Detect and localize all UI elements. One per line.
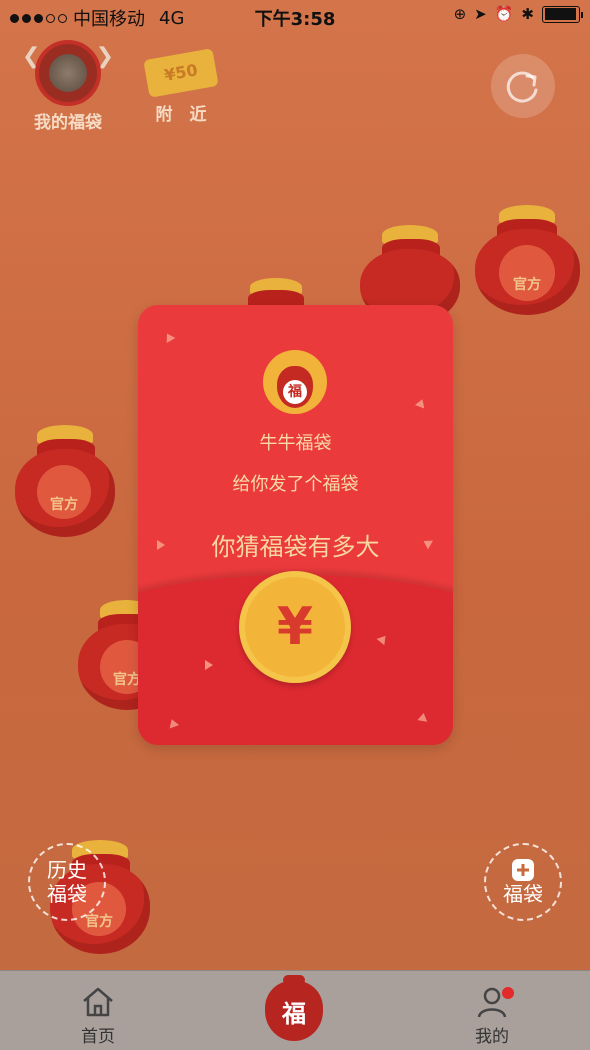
fu-icon: 福 [265,975,323,1041]
alarm-icon: ⏰ [494,5,514,23]
battery-icon [542,5,583,23]
sender-name: 牛牛福袋 [259,433,332,454]
nearby-label: 附 近 [155,105,207,125]
tab-mine[interactable]: 我的 [452,971,532,1050]
bag-badge: 官方 [499,245,555,301]
lucky-bag-modal: 福 牛牛福袋 给你发了个福袋 你猜福袋有多大 ¥ [138,305,453,745]
history-bag-button[interactable]: 历史 福袋 [28,843,106,921]
sender-avatar: 福 [263,350,327,414]
tab-bar: 首页 福 我的 [0,970,590,1050]
home-icon [83,987,113,1017]
my-bag-button[interactable]: ❮ ❯ 我的福袋 [22,40,114,133]
status-bar: 中国移动 4G 下午3:58 ⊕ ➤ ⏰ ✱ [0,0,590,32]
location-icon: ➤ [474,5,487,23]
refresh-icon [506,71,538,103]
lucky-bag-decoration: 官方 [475,205,580,317]
history-label-line2: 福袋 [47,882,87,906]
plus-icon [512,859,534,881]
my-bag-label: 我的福袋 [34,113,102,133]
refresh-button[interactable] [491,54,555,118]
rotation-lock-icon: ⊕ [453,5,467,23]
tab-home[interactable]: 首页 [58,971,138,1050]
tab-mine-label: 我的 [475,1027,509,1047]
notification-dot [502,987,514,999]
ticket-icon: ¥50 [143,48,219,98]
tab-home-label: 首页 [81,1027,115,1047]
add-bag-label: 福袋 [503,882,543,906]
history-label-line1: 历史 [47,858,87,882]
nearby-button[interactable]: ¥50 附 近 [136,44,226,125]
bluetooth-icon: ✱ [521,5,534,23]
guess-prompt: 你猜福袋有多大 [211,533,380,561]
add-bag-button[interactable]: 福袋 [484,843,562,921]
bag-badge: 官方 [37,465,91,519]
my-bag-avatar [35,40,101,106]
sender-message: 给你发了个福袋 [232,474,359,495]
open-coin-button[interactable]: ¥ [239,571,351,683]
tab-lucky-bag[interactable]: 福 [265,971,325,1050]
fu-badge: 福 [283,380,307,404]
yen-icon: ¥ [276,597,314,657]
lucky-bag-decoration: 官方 [15,425,115,540]
